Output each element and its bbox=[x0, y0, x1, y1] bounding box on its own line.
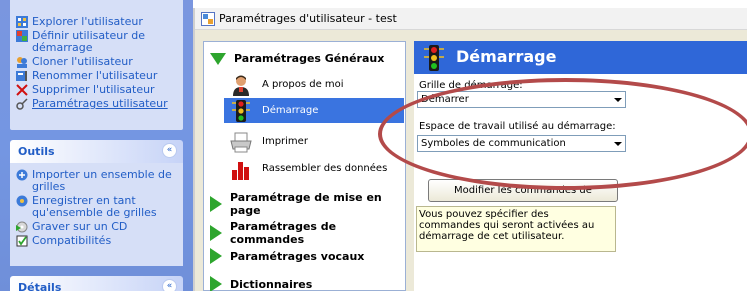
startup-workspace-select[interactable]: Symboles de communication bbox=[417, 135, 626, 152]
startup-workspace-label: Espace de travail utilisé au démarrage: bbox=[419, 121, 616, 132]
settings-window: Paramétrages d'utilisateur - test Paramé… bbox=[193, 8, 747, 291]
printer-icon bbox=[230, 131, 252, 153]
collapsed-arrow-icon bbox=[210, 225, 222, 241]
task-pane: Explorer l'utilisateur Définir utilisate… bbox=[0, 0, 193, 291]
compat-icon bbox=[16, 235, 28, 247]
nav-group-voice[interactable]: Paramétrages vocaux bbox=[210, 248, 364, 264]
nav-item-collect-data[interactable]: Rassembler des données bbox=[224, 156, 404, 181]
clone-user-icon bbox=[16, 56, 28, 68]
person-icon bbox=[230, 74, 252, 96]
content-header: Démarrage bbox=[414, 41, 747, 74]
settings-nav: Paramétrages Généraux A propos de moi Dé… bbox=[203, 41, 406, 291]
collapse-icon[interactable]: « bbox=[162, 143, 177, 158]
delete-user-link[interactable]: Supprimer l'utilisateur bbox=[16, 84, 181, 96]
collapsed-arrow-icon bbox=[210, 276, 222, 291]
app-icon bbox=[201, 12, 215, 26]
startup-grid-label: Grille de démarrage: bbox=[419, 80, 523, 91]
collapsed-arrow-icon bbox=[210, 196, 222, 212]
details-header[interactable]: Détails « bbox=[10, 276, 183, 291]
title-bar[interactable]: Paramétrages d'utilisateur - test bbox=[195, 8, 747, 30]
chevron-down-icon[interactable] bbox=[610, 92, 625, 107]
burn-cd-icon bbox=[16, 221, 28, 233]
user-explore-icon bbox=[16, 16, 28, 28]
nav-item-startup[interactable]: Démarrage bbox=[224, 98, 404, 123]
set-startup-user-link[interactable]: Définir utilisateur de démarrage bbox=[16, 30, 181, 54]
collapse-icon[interactable]: « bbox=[162, 279, 177, 291]
delete-icon bbox=[16, 84, 28, 96]
info-note: Vous pouvez spécifier des commandes qui … bbox=[416, 206, 616, 252]
traffic-light-icon bbox=[423, 45, 445, 74]
user-settings-link[interactable]: Paramétrages utilisateur bbox=[16, 98, 181, 110]
save-grids-link[interactable]: Enregistrer en tant qu'ensemble de grill… bbox=[16, 195, 181, 219]
startup-grid-select[interactable]: Démarrer bbox=[417, 91, 626, 108]
bar-chart-icon bbox=[230, 158, 252, 180]
rename-user-icon bbox=[16, 70, 28, 82]
rename-user-link[interactable]: Renommer l'utilisateur bbox=[16, 70, 181, 82]
details-title: Détails bbox=[18, 281, 62, 291]
chevron-down-icon[interactable] bbox=[610, 136, 625, 151]
nav-group-general[interactable]: Paramétrages Généraux bbox=[210, 52, 384, 65]
traffic-light-icon bbox=[230, 99, 252, 122]
page-title: Démarrage bbox=[456, 47, 557, 66]
burn-cd-link[interactable]: Graver sur un CD bbox=[16, 221, 181, 233]
compatibilities-link[interactable]: Compatibilités bbox=[16, 235, 181, 247]
outils-title: Outils bbox=[18, 145, 55, 158]
import-grids-link[interactable]: Importer un ensemble de grilles bbox=[16, 169, 181, 193]
window-title: Paramétrages d'utilisateur - test bbox=[219, 12, 397, 25]
save-icon bbox=[16, 195, 28, 207]
nav-group-layout[interactable]: Paramétrage de mise en page bbox=[210, 191, 405, 217]
settings-icon bbox=[16, 98, 28, 110]
edit-startup-commands-button[interactable]: Modifier les commandes de démarrage bbox=[428, 179, 618, 217]
settings-content: Démarrage Grille de démarrage: Démarrer … bbox=[414, 41, 747, 291]
startup-user-icon bbox=[16, 30, 28, 42]
import-icon bbox=[16, 169, 28, 181]
user-tasks-panel: Explorer l'utilisateur Définir utilisate… bbox=[10, 0, 183, 130]
clone-user-link[interactable]: Cloner l'utilisateur bbox=[16, 56, 181, 68]
nav-group-commands[interactable]: Paramétrages de commandes bbox=[210, 220, 405, 246]
collapsed-arrow-icon bbox=[210, 248, 222, 264]
nav-item-about-me[interactable]: A propos de moi bbox=[224, 72, 404, 97]
nav-group-dictionaries[interactable]: Dictionnaires bbox=[210, 276, 312, 291]
expanded-arrow-icon bbox=[210, 52, 226, 65]
outils-header[interactable]: Outils « bbox=[10, 140, 183, 163]
outils-panel: Importer un ensemble de grilles Enregist… bbox=[10, 163, 183, 266]
nav-item-print[interactable]: Imprimer bbox=[224, 129, 404, 154]
explore-user-link[interactable]: Explorer l'utilisateur bbox=[16, 16, 181, 28]
